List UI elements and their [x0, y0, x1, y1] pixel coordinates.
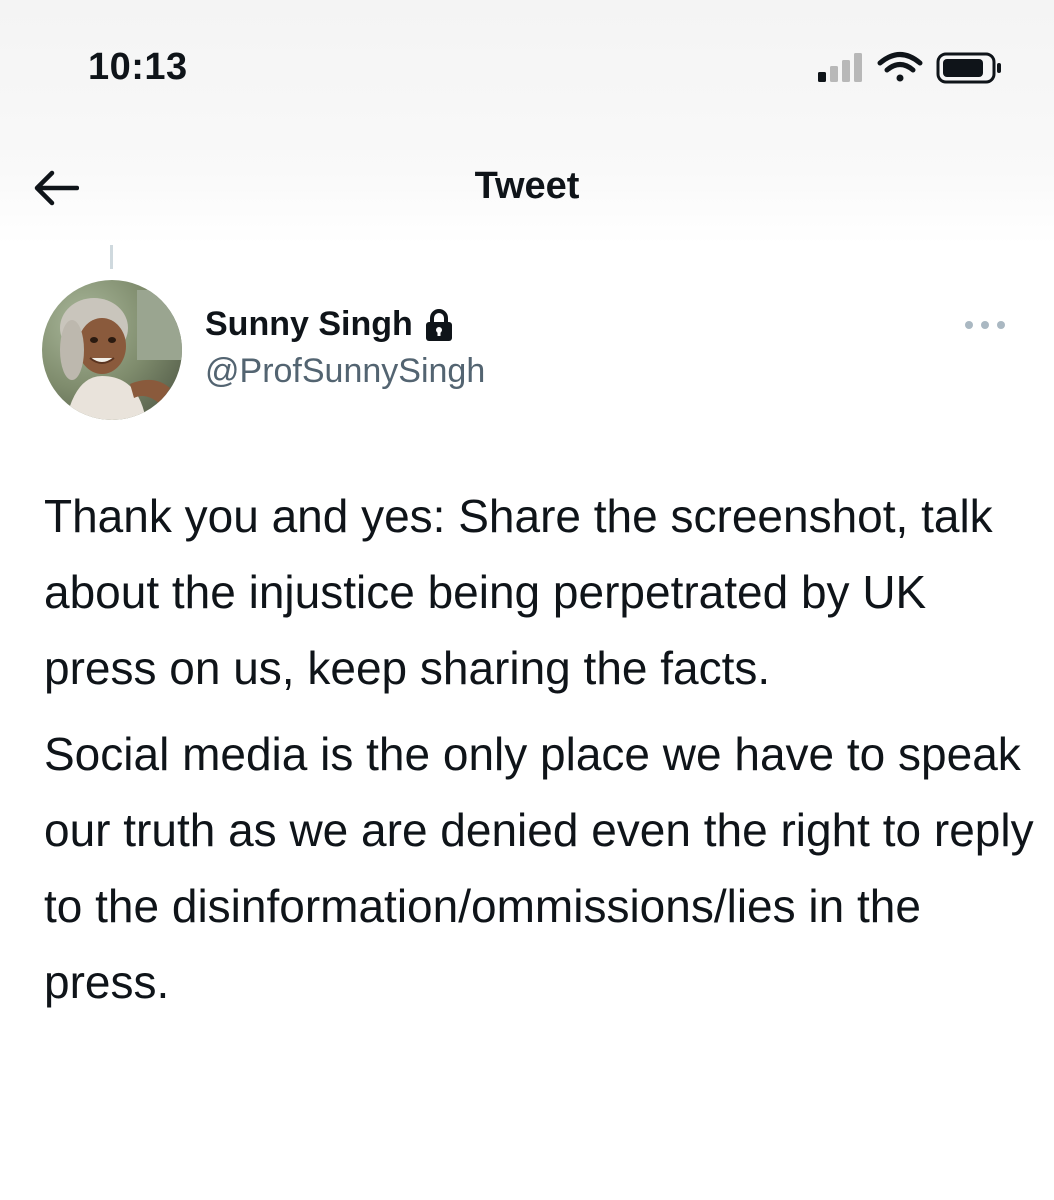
- author-name-text: Sunny Singh: [205, 305, 413, 343]
- more-horizontal-icon: [965, 321, 1005, 329]
- avatar[interactable]: [42, 280, 182, 420]
- tweet-paragraph: Social media is the only place we have t…: [44, 728, 1034, 1008]
- page-title: Tweet: [474, 165, 580, 207]
- more-options-button[interactable]: [960, 310, 1010, 340]
- thread-connector-line: [110, 245, 113, 269]
- status-bar-icons: [816, 50, 1016, 86]
- battery-icon: [936, 52, 1001, 84]
- tweet-paragraph: Thank you and yes: Share the screenshot,…: [44, 490, 993, 694]
- cellular-signal-icon: [818, 53, 862, 82]
- wifi-icon: [877, 52, 923, 82]
- tweet-text: Thank you and yes: Share the screenshot,…: [44, 478, 1034, 1020]
- lock-icon: [425, 308, 452, 341]
- author-handle[interactable]: @ProfSunnySingh: [205, 352, 485, 391]
- author-name[interactable]: Sunny Singh: [205, 305, 455, 344]
- status-bar-time: 10:13: [88, 46, 188, 88]
- top-bar: [0, 0, 1054, 245]
